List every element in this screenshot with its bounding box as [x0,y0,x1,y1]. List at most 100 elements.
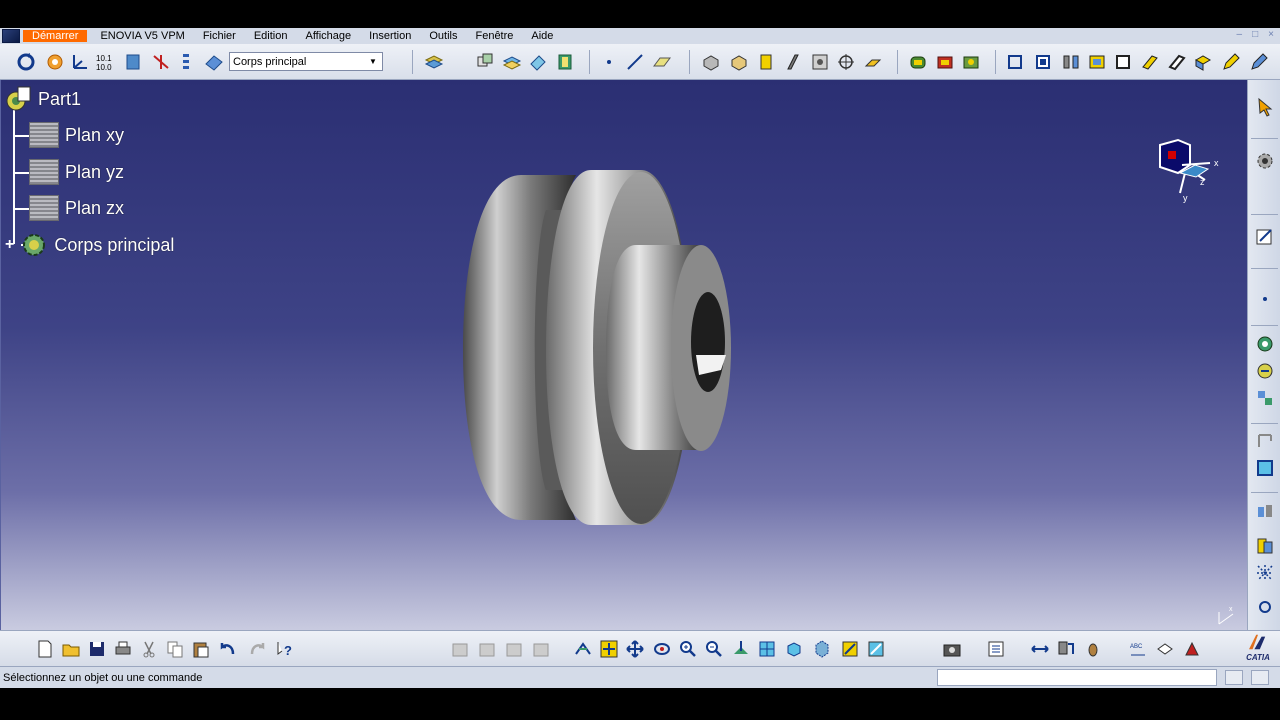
body-selector[interactable]: Corps principal ▼ [229,52,383,71]
zoom-in-icon[interactable] [677,638,699,660]
open-folder-icon[interactable] [60,638,82,660]
tree-root-part1[interactable]: Part1 [4,86,81,112]
compass-widget[interactable]: x z y [1150,135,1225,205]
3d-viewport[interactable]: Part1 Plan xy Plan yz Plan zx + Corps pr… [0,80,1247,630]
mirror-icon[interactable] [1004,51,1026,73]
inertia-icon[interactable] [1082,638,1104,660]
apply-material-icon[interactable] [1181,638,1203,660]
multi-view-icon[interactable] [756,638,778,660]
cut-icon[interactable] [138,638,160,660]
analysis-icon[interactable] [1254,360,1276,382]
groove-icon[interactable] [782,51,804,73]
close-surface-icon[interactable] [1166,51,1188,73]
product-icon-4[interactable] [530,638,552,660]
camera-icon[interactable] [941,638,963,660]
grid-icon[interactable] [1254,562,1276,584]
pulley-3d-model[interactable] [451,170,751,540]
expand-plus-icon[interactable]: + [5,236,14,254]
stack-icon[interactable] [423,51,445,73]
menu-enovia[interactable]: ENOVIA V5 VPM [91,30,193,42]
save-icon[interactable] [86,638,108,660]
surface-icon[interactable] [203,51,225,73]
plane-tool-icon[interactable] [651,51,673,73]
text-annotation-icon[interactable]: ABC [1127,638,1149,660]
hole-icon[interactable] [809,51,831,73]
sketch-icon[interactable] [1254,225,1276,247]
frame-icon[interactable] [1254,457,1276,479]
help-what-icon[interactable]: ? [274,638,296,660]
tree-item-plan-zx[interactable]: Plan zx [29,195,124,221]
pencil-icon[interactable] [1220,51,1242,73]
fly-mode-icon[interactable] [572,638,594,660]
menu-view[interactable]: Affichage [296,30,360,42]
measure-item-icon[interactable] [1055,638,1077,660]
list-icon[interactable] [176,51,198,73]
view-gear-icon[interactable] [1254,150,1276,172]
measure-between-icon[interactable] [1029,638,1051,660]
zoom-out-icon[interactable] [703,638,725,660]
redo-icon[interactable] [246,638,268,660]
menu-start[interactable]: Démarrer [23,30,88,42]
rib-icon[interactable] [862,51,884,73]
undo-icon[interactable] [217,638,239,660]
axis-system-icon[interactable] [69,51,91,73]
layers-icon[interactable] [501,51,523,73]
close-icon[interactable]: × [1268,29,1274,40]
coordinates-icon[interactable]: 10.1 10.0 [94,51,116,73]
menu-help[interactable]: Aide [522,30,562,42]
shaft-icon[interactable] [755,51,777,73]
minimize-icon[interactable]: – [1237,29,1243,40]
sew-icon[interactable] [1139,51,1161,73]
book-icon[interactable] [554,51,576,73]
hide-show-icon[interactable] [839,638,861,660]
point-tool-icon[interactable] [1254,288,1276,310]
thick-surface-icon[interactable] [1192,51,1214,73]
rotate-icon[interactable] [651,638,673,660]
fit-all-icon[interactable] [1254,596,1276,618]
shading-icon[interactable] [811,638,833,660]
material-icon[interactable] [1254,500,1276,522]
normal-view-icon[interactable] [730,638,752,660]
tree-item-plan-xy[interactable]: Plan xy [29,122,124,148]
power-input-field[interactable] [937,669,1217,686]
restore-icon[interactable]: □ [1252,29,1258,40]
menu-edit[interactable]: Edition [245,30,297,42]
split-icon[interactable] [1060,51,1082,73]
line-icon[interactable] [624,51,646,73]
part-body-icon[interactable] [122,51,144,73]
dimension-icon[interactable] [1254,430,1276,452]
fillet-icon[interactable] [907,51,929,73]
shell-icon[interactable] [1112,51,1134,73]
print-icon[interactable] [112,638,134,660]
boolean-icon[interactable] [474,51,496,73]
catalog-icon[interactable] [985,638,1007,660]
product-icon-2[interactable] [476,638,498,660]
menu-file[interactable]: Fichier [194,30,245,42]
menu-insert[interactable]: Insertion [360,30,420,42]
status-button-1[interactable] [1225,670,1243,685]
relations-icon[interactable] [150,51,172,73]
swap-visible-icon[interactable] [865,638,887,660]
target-icon[interactable] [835,51,857,73]
chevron-down-icon[interactable]: ▼ [366,54,380,69]
eraser-icon[interactable] [527,51,549,73]
pan-icon[interactable] [624,638,646,660]
new-file-icon[interactable] [34,638,56,660]
pattern-icon[interactable] [1032,51,1054,73]
edit-surface-icon[interactable] [1248,51,1270,73]
measure-icon[interactable] [1254,387,1276,409]
thickness-icon[interactable] [1086,51,1108,73]
update-icon[interactable] [15,51,37,73]
flag-note-icon[interactable] [1154,638,1176,660]
pad-icon[interactable] [700,51,722,73]
iso-view-icon[interactable] [783,638,805,660]
point-icon[interactable] [598,51,620,73]
menu-window[interactable]: Fenêtre [466,30,522,42]
fit-all-in-icon[interactable] [598,638,620,660]
render-icon[interactable] [1254,535,1276,557]
copy-icon[interactable] [164,638,186,660]
draft-icon[interactable] [960,51,982,73]
product-icon-1[interactable] [449,638,471,660]
status-button-2[interactable] [1251,670,1269,685]
chamfer-icon[interactable] [934,51,956,73]
